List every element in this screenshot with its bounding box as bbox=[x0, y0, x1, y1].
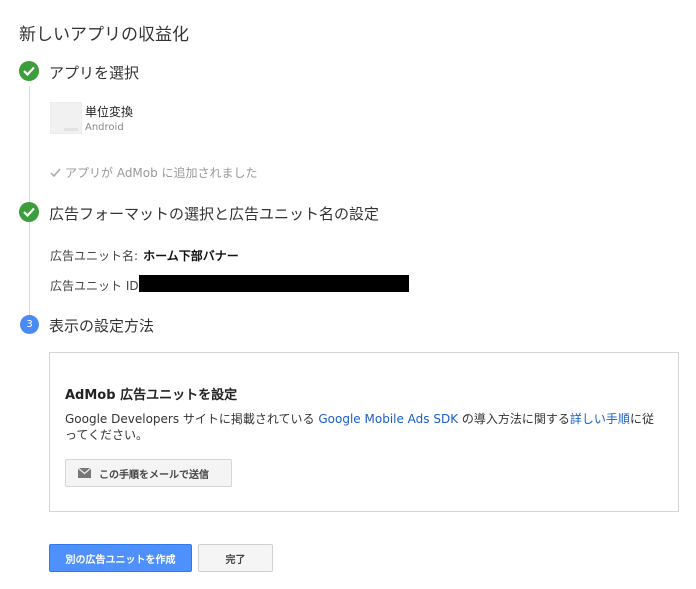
step-2-title: 広告フォーマットの選択と広告ユニット名の設定 bbox=[49, 205, 380, 223]
step-2-check-icon bbox=[19, 202, 39, 222]
setup-card-title: AdMob 広告ユニットを設定 bbox=[65, 388, 238, 403]
ad-unit-id-redacted bbox=[139, 275, 409, 292]
done-button[interactable]: 完了 bbox=[198, 544, 273, 572]
create-another-ad-unit-button[interactable]: 別の広告ユニットを作成 bbox=[49, 544, 192, 572]
checkmark-icon bbox=[50, 168, 61, 177]
detailed-steps-link[interactable]: 詳しい手順 bbox=[570, 412, 630, 426]
app-icon bbox=[50, 102, 82, 134]
ad-unit-name-label: 広告ユニット名: bbox=[50, 249, 139, 263]
app-added-text: アプリが AdMob に追加されました bbox=[65, 166, 258, 180]
sdk-link[interactable]: Google Mobile Ads SDK bbox=[318, 412, 458, 426]
desc-text-1: Google Developers サイトに掲載されている bbox=[65, 412, 319, 426]
step-3-title: 表示の設定方法 bbox=[49, 317, 155, 335]
ad-unit-id-label: 広告ユニット ID: bbox=[50, 279, 143, 293]
app-added-message: アプリが AdMob に追加されました bbox=[50, 164, 258, 181]
page-title: 新しいアプリの収益化 bbox=[19, 25, 189, 45]
ad-unit-name-value: ホーム下部バナー bbox=[143, 249, 239, 263]
step-connector-line bbox=[29, 86, 30, 316]
step-1-title: アプリを選択 bbox=[49, 64, 140, 82]
mail-icon bbox=[78, 468, 91, 478]
desc-text-2: の導入方法に関する bbox=[458, 412, 570, 426]
ad-unit-name-row: 広告ユニット名: ホーム下部バナー bbox=[50, 245, 239, 264]
step-1-check-icon bbox=[19, 61, 39, 81]
email-instructions-label: この手順をメールで送信 bbox=[99, 469, 209, 481]
step-3-number-badge: 3 bbox=[20, 315, 39, 334]
app-platform: Android bbox=[85, 122, 124, 133]
app-name: 単位変換 bbox=[85, 105, 134, 119]
email-instructions-button[interactable]: この手順をメールで送信 bbox=[65, 459, 232, 487]
setup-card-description: Google Developers サイトに掲載されている Google Mob… bbox=[65, 411, 665, 443]
